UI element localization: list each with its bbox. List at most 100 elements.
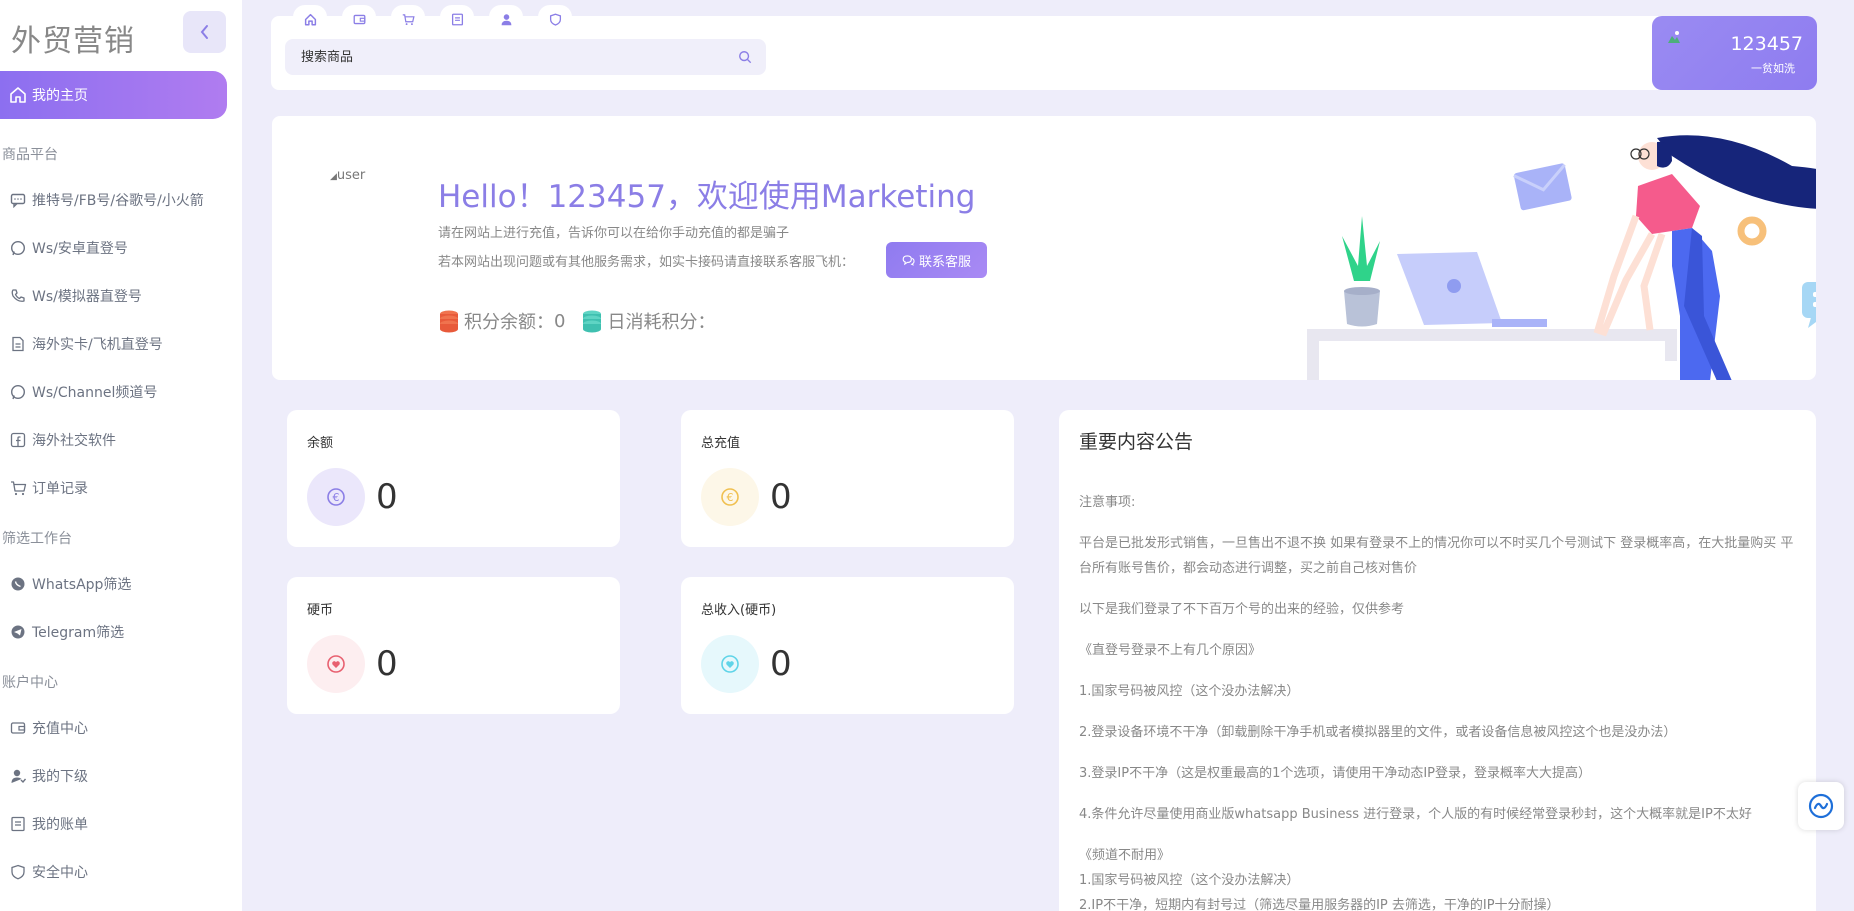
announcement-title: 重要内容公告 (1079, 431, 1194, 453)
welcome-panel: ◢user Hello！123457，欢迎使用Marketing 请在网站上进行… (272, 116, 1816, 380)
service-notice: 若本网站出现问题或有其他服务需求，如实卡接码请直接联系客服飞机： (438, 255, 855, 270)
contact-support-label: 联系客服 (918, 254, 971, 270)
customer-service-icon (1808, 793, 1834, 819)
notice-paragraph: 3.登录IP不干净（这是权重最高的1个选项，请使用干净动态IP登录，登录概率大大… (1079, 766, 1592, 781)
notice-paragraph: 2.登录设备环境不干净（卸载删除干净手机或者模拟器里的文件，或者设备信息被风控这… (1079, 725, 1677, 740)
sidebar-item-social-software[interactable]: 海外社交软件 (0, 416, 227, 464)
user-avatar-image: ◢user (330, 168, 365, 183)
sidebar-item-label: WhatsApp筛选 (32, 577, 132, 593)
sidebar-item-social-accounts[interactable]: 推特号/FB号/谷歌号/小火箭 (0, 176, 227, 224)
whatsapp-icon (10, 240, 26, 256)
notice-paragraph: 《频道不耐用》 (1079, 848, 1171, 863)
notice-paragraph: 以下是我们登录了不下百万个号的出来的经验，仅供参考 (1079, 602, 1405, 617)
facebook-icon (10, 432, 26, 448)
stat-value: 0 (376, 644, 398, 684)
euro-icon: € (327, 488, 345, 506)
svg-text:€: € (727, 491, 734, 504)
sidebar-item-label: 海外社交软件 (32, 433, 116, 449)
stat-title: 总充值 (701, 436, 741, 451)
coin-stack-icon (583, 310, 602, 333)
sidebar-item-label: Ws/安卓直登号 (32, 241, 128, 257)
quick-cart-button[interactable] (391, 5, 425, 35)
whatsapp-icon (10, 384, 26, 400)
sidebar-item-orders[interactable]: 订单记录 (0, 464, 227, 512)
income-icon-circle (701, 635, 759, 693)
section-goods-platform: 商品平台 (2, 147, 58, 163)
balance-icon-circle: € (307, 468, 365, 526)
heart-icon (327, 655, 345, 673)
username: 123457 (1730, 33, 1803, 55)
chat-icon (902, 255, 915, 266)
quick-home-button[interactable] (293, 5, 327, 35)
svg-text:€: € (333, 491, 340, 504)
notice-paragraph: 1.国家号码被风控（这个没办法解决） (1079, 873, 1300, 888)
heart-icon (721, 655, 739, 673)
section-account-center: 账户中心 (2, 675, 58, 691)
daily-points-label: 日消耗积分： (607, 312, 716, 333)
cart-icon (10, 481, 26, 496)
search-box (285, 39, 766, 75)
points-balance-label: 积分余额： (464, 312, 554, 333)
message-icon (10, 193, 26, 208)
euro-icon: € (721, 488, 739, 506)
quick-security-button[interactable] (538, 5, 572, 35)
collapse-sidebar-button[interactable] (183, 11, 226, 53)
stat-value: 0 (770, 644, 792, 684)
points-balance-value: 0 (554, 310, 566, 332)
quick-wallet-button[interactable] (342, 5, 376, 35)
quick-nav-icons (293, 5, 572, 35)
avatar-alt-text: user (336, 168, 366, 183)
sidebar-item-label: Telegram筛选 (32, 625, 125, 641)
sidebar-item-label: 订单记录 (32, 481, 88, 497)
notice-paragraph: 《直登号登录不上有几个原因》 (1079, 643, 1262, 658)
telegram-icon (11, 625, 25, 639)
sidebar-item-ws-channel[interactable]: Ws/Channel频道号 (0, 368, 227, 416)
search-icon[interactable] (738, 49, 752, 68)
notice-paragraph: 1.国家号码被风控（这个没办法解决） (1079, 684, 1300, 699)
coins-icon (440, 310, 458, 333)
user-profile-card[interactable]: 123457 一贫如洗 (1652, 16, 1817, 90)
sidebar-item-ws-emulator[interactable]: Ws/模拟器直登号 (0, 272, 227, 320)
phone-icon (11, 289, 25, 302)
balance-card: 余额 € 0 (287, 410, 620, 547)
quick-user-button[interactable] (489, 5, 523, 35)
home-icon (10, 87, 26, 103)
receipt-icon (451, 13, 463, 26)
recharge-icon-circle: € (701, 468, 759, 526)
sidebar-item-label: 我的下级 (32, 769, 88, 785)
floating-support-button[interactable] (1798, 782, 1844, 830)
sidebar-item-subordinates[interactable]: 我的下级 (0, 752, 227, 800)
sidebar-item-label: 安全中心 (32, 865, 88, 881)
coins-icon-circle (307, 635, 365, 693)
sidebar-item-overseas-sim[interactable]: 海外实卡/飞机直登号 (0, 320, 227, 368)
sidebar-item-telegram-filter[interactable]: Telegram筛选 (0, 608, 227, 656)
wallet-icon (353, 14, 365, 25)
sidebar-item-bills[interactable]: 我的账单 (0, 800, 227, 848)
sidebar-item-security[interactable]: 安全中心 (0, 848, 227, 896)
quick-bills-button[interactable] (440, 5, 474, 35)
sidebar-item-label: 我的账单 (32, 817, 88, 833)
stat-value: 0 (376, 477, 398, 517)
whatsapp-icon (11, 577, 25, 591)
sidebar-item-label: 充值中心 (32, 721, 88, 737)
shield-icon (11, 864, 25, 880)
shield-icon (549, 13, 561, 26)
sidebar-item-ws-android[interactable]: Ws/安卓直登号 (0, 224, 227, 272)
wallet-icon (10, 722, 26, 734)
notice-paragraph: 4.条件允许尽量使用商业版whatsapp Business 进行登录，个人版的… (1079, 807, 1752, 822)
document-icon (12, 336, 24, 352)
cart-icon (402, 14, 415, 26)
sidebar-item-label: Ws/模拟器直登号 (32, 289, 142, 305)
sidebar-item-whatsapp-filter[interactable]: WhatsApp筛选 (0, 560, 227, 608)
coins-card: 硬币 0 (287, 577, 620, 714)
sidebar-item-home[interactable]: 我的主页 (0, 71, 227, 119)
stat-title: 总收入(硬币) (701, 603, 777, 618)
sidebar-item-recharge[interactable]: 充值中心 (0, 704, 227, 752)
notice-paragraph: 注意事项: (1079, 495, 1136, 510)
search-input[interactable] (285, 39, 766, 75)
notice-paragraph: 平台是已批发形式销售，一旦售出不退不换 如果有登录不上的情况你可以不时买几个号测… (1079, 536, 1794, 576)
contact-support-button[interactable]: 联系客服 (886, 242, 987, 278)
stat-title: 余额 (307, 436, 334, 451)
notice-paragraph: 2.IP不干净，短期内有封号过（筛选尽量用服务器的IP 去筛选，干净的IP十分耐… (1079, 898, 1560, 911)
sidebar-item-label: 推特号/FB号/谷歌号/小火箭 (32, 193, 204, 209)
